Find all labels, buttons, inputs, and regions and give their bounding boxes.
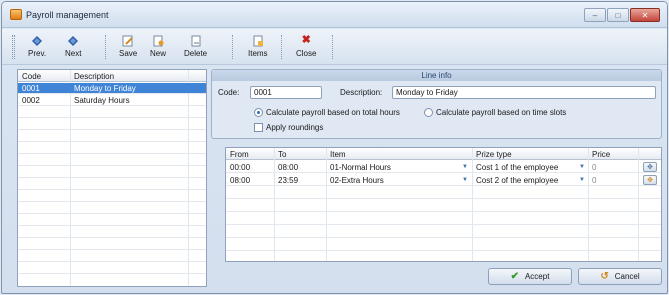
grid-row[interactable]: 00:00 08:00 01-Normal Hours ▼ Cost 1 of … <box>226 161 661 173</box>
toolbar-separator <box>232 35 233 59</box>
list-row-empty <box>18 107 206 118</box>
list-row-empty <box>18 239 206 250</box>
close-button[interactable]: ✖ Close <box>296 34 316 62</box>
title-bar: Payroll management – □ ✕ <box>2 2 667 28</box>
grid-row-empty <box>226 187 661 199</box>
list-row-empty <box>18 203 206 214</box>
cancel-button[interactable]: ↺ Cancel <box>578 268 662 285</box>
time-slots-grid[interactable]: From To Item Prize type Price 00:00 08:0… <box>225 147 662 262</box>
row-action-icon[interactable]: ✥ <box>643 175 657 185</box>
code-field[interactable]: 0001 <box>250 86 322 99</box>
item-dropdown-icon[interactable]: ▼ <box>462 176 469 184</box>
item-dropdown-icon[interactable]: ▼ <box>462 163 469 171</box>
col-prize-type-header[interactable]: Prize type <box>476 150 512 159</box>
apply-roundings-checkbox[interactable] <box>254 123 263 132</box>
col-code-header[interactable]: Code <box>22 72 41 81</box>
window-title: Payroll management <box>26 10 109 20</box>
prize-type-dropdown-icon[interactable]: ▼ <box>579 176 586 184</box>
radio-time-slots[interactable] <box>424 108 433 117</box>
items-button[interactable]: Items <box>248 34 268 62</box>
col-description-header[interactable]: Description <box>74 72 114 81</box>
save-pencil-icon <box>121 34 135 47</box>
prev-arrow-icon <box>30 34 44 47</box>
apply-roundings-label: Apply roundings <box>266 123 324 132</box>
grid-row-empty <box>226 226 661 238</box>
col-from-header[interactable]: From <box>230 150 249 159</box>
grid-row-empty <box>226 200 661 212</box>
payroll-window: Payroll management – □ ✕ Prev. Next Save <box>1 1 668 294</box>
new-button[interactable]: New <box>150 34 166 62</box>
list-row-empty <box>18 167 206 178</box>
checkmark-icon: ✔ <box>510 271 519 282</box>
list-row-empty <box>18 143 206 154</box>
prev-button[interactable]: Prev. <box>28 34 46 62</box>
list-row-empty <box>18 215 206 226</box>
list-row-empty <box>18 251 206 262</box>
toolbar-separator <box>281 35 282 59</box>
list-row-empty <box>18 155 206 166</box>
grid-row[interactable]: 08:00 23:59 02-Extra Hours ▼ Cost 2 of t… <box>226 174 661 186</box>
description-field[interactable]: Monday to Friday <box>392 86 656 99</box>
line-info-panel: Line info Code: 0001 Description: Monday… <box>211 69 662 139</box>
grid-row-empty <box>226 213 661 225</box>
grid-header: From To Item Prize type Price <box>226 148 661 160</box>
save-button[interactable]: Save <box>119 34 137 62</box>
items-document-icon <box>251 34 265 47</box>
list-row[interactable]: 0001 Monday to Friday <box>18 83 206 94</box>
toolbar-separator <box>105 35 106 59</box>
grid-row-empty <box>226 239 661 251</box>
col-item-header[interactable]: Item <box>330 150 346 159</box>
radio-total-hours[interactable] <box>254 108 263 117</box>
col-to-header[interactable]: To <box>278 150 286 159</box>
app-icon <box>10 9 22 20</box>
cancel-undo-icon: ↺ <box>600 271 609 282</box>
delete-button[interactable]: Delete <box>184 34 207 62</box>
description-label: Description: <box>340 88 383 97</box>
col-price-header[interactable]: Price <box>592 150 610 159</box>
toolbar-grip[interactable] <box>12 35 15 59</box>
list-row-empty <box>18 263 206 274</box>
toolbar-separator <box>332 35 333 59</box>
list-row-empty <box>18 227 206 238</box>
minimize-button[interactable]: – <box>584 8 606 22</box>
delete-document-icon <box>189 34 203 47</box>
radio-total-hours-label: Calculate payroll based on total hours <box>266 108 400 117</box>
next-button[interactable]: Next <box>65 34 81 62</box>
list-row-empty <box>18 119 206 130</box>
new-document-icon <box>151 34 165 47</box>
list-row[interactable]: 0002 Saturday Hours <box>18 95 206 106</box>
row-action-icon[interactable]: ✥ <box>643 162 657 172</box>
accept-button[interactable]: ✔ Accept <box>488 268 572 285</box>
code-label: Code: <box>218 88 240 97</box>
toolbar: Prev. Next Save New Delete Items ✖ Close <box>2 29 667 65</box>
close-window-button[interactable]: ✕ <box>630 8 660 22</box>
list-row-empty <box>18 191 206 202</box>
list-row-empty <box>18 179 206 190</box>
next-arrow-icon <box>66 34 80 47</box>
list-header: Code Description <box>18 70 206 82</box>
payroll-list[interactable]: Code Description 0001 Monday to Friday 0… <box>17 69 207 287</box>
line-info-title: Line info <box>212 70 661 81</box>
prize-type-dropdown-icon[interactable]: ▼ <box>579 163 586 171</box>
list-row-empty <box>18 131 206 142</box>
radio-time-slots-label: Calculate payroll based on time slots <box>436 108 567 117</box>
maximize-button[interactable]: □ <box>607 8 629 22</box>
close-x-icon: ✖ <box>301 34 311 46</box>
